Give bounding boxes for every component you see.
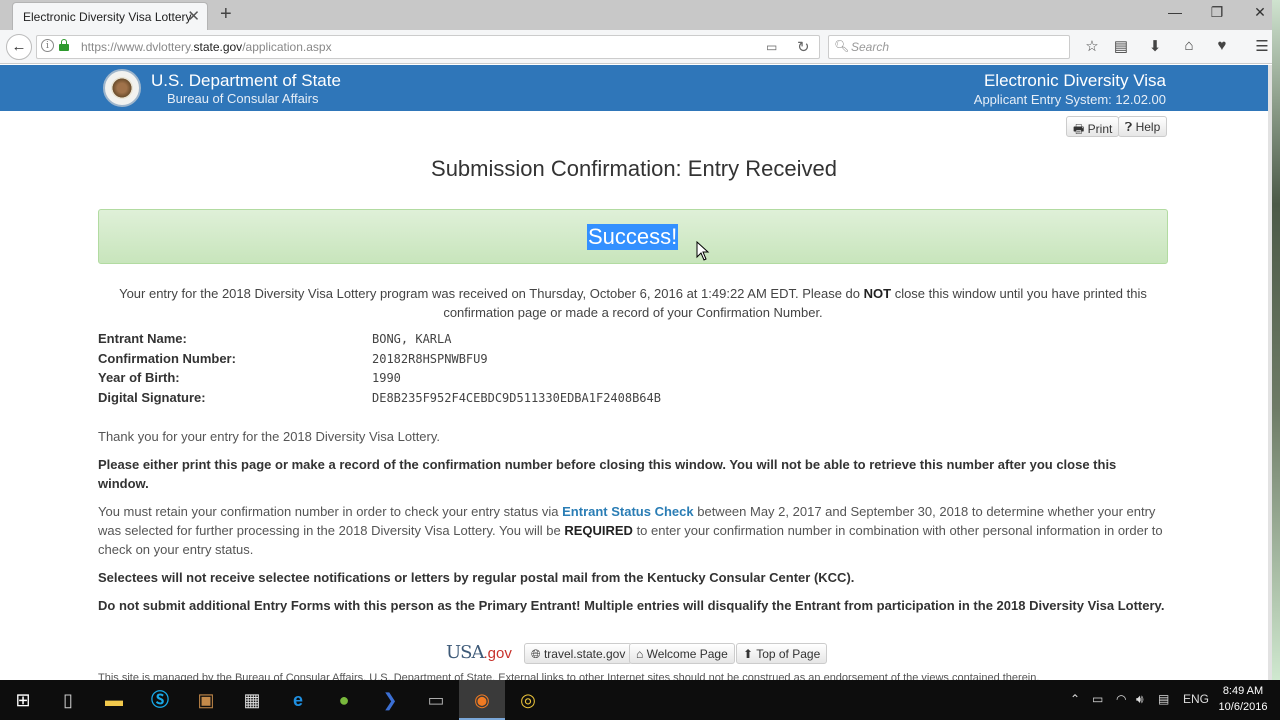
system-version: Applicant Entry System: 12.02.00 [973,92,1166,107]
clock-date: 10/6/2016 [1218,701,1268,713]
home-icon[interactable]: ⌂ [1178,37,1200,54]
department-name: U.S. Department of State [151,71,341,90]
entrant-status-check-link[interactable]: Entrant Status Check [562,504,693,519]
retain-notice: You must retain your confirmation number… [98,504,1163,557]
edge-icon[interactable]: e [275,680,321,720]
usagov-logo[interactable]: USA.gov [446,642,512,663]
chrome-icon[interactable]: ◎ [505,680,551,720]
confirmation-number-value: 20182R8HSPNWBFU9 [372,352,488,366]
system-clock[interactable]: 8:49 AM 10/6/2016 [1208,683,1278,715]
detail-row: Year of Birth: 1990 [98,370,798,390]
receipt-notice: Your entry for the 2018 Diversity Visa L… [119,286,1147,320]
restore-icon[interactable]: ❐ [1202,4,1232,21]
tab-strip: Electronic Diversity Visa Lottery ✕ + — … [0,0,1272,30]
success-alert: Success! [98,209,1168,264]
welcome-page-button[interactable]: ⌂ Welcome Page [629,643,735,664]
help-button[interactable]: ❓︎ Help [1118,116,1168,137]
powershell-icon[interactable]: ❯ [367,680,413,720]
travel-state-gov-button[interactable]: 🌐︎ travel.state.gov [524,643,633,664]
browser-tab[interactable]: Electronic Diversity Visa Lottery ✕ [12,2,208,30]
year-of-birth-value: 1990 [372,371,401,385]
detail-row: Entrant Name: BONG, KARLA [98,331,798,351]
print-warning: Please either print this page or make a … [98,457,1117,491]
address-bar[interactable]: i https://www.dvlottery.state.gov/applic… [36,35,820,59]
thank-you-text: Thank you for your entry for the 2018 Di… [98,429,441,444]
new-tab-icon[interactable]: + [220,3,232,26]
state-department-seal[interactable] [103,69,141,107]
pocket-icon[interactable]: ♥ [1211,37,1233,54]
info-icon[interactable]: i [41,39,54,52]
home-icon: ⌂ [636,647,644,661]
detail-label: Year of Birth: [98,370,180,385]
windows-taskbar: ⊞ ▯ ▬ Ⓢ ▣ ▦ e ● ❯ ▭ ◉ ◎ ⌃ ▭ ◠ 🔊︎ ▤ ENG 8… [0,680,1280,720]
question-icon: ❓︎ [1125,120,1133,134]
volume-icon[interactable]: 🔊︎ [1136,692,1144,707]
search-input[interactable]: 🔍︎ Search [828,35,1070,59]
success-message[interactable]: Success! [587,224,679,250]
menu-icon[interactable]: ☰ [1251,37,1272,55]
top-of-page-button[interactable]: ⬆ Top of Page [736,643,828,664]
language-indicator[interactable]: ENG [1183,692,1209,706]
browser-window: Electronic Diversity Visa Lottery ✕ + — … [0,0,1272,680]
download-icon[interactable]: ⬇ [1144,37,1166,55]
vertical-scrollbar[interactable] [1268,65,1272,680]
print-button[interactable]: 🖶 Print [1066,116,1120,137]
detail-label: Confirmation Number: [98,351,236,366]
entrant-name-value: BONG, KARLA [372,332,452,346]
url-text[interactable]: https://www.dvlottery.state.gov/applicat… [81,40,332,54]
reader-view-icon[interactable]: ▭ [766,40,777,54]
bureau-name: Bureau of Consular Affairs [167,91,319,106]
reading-list-icon[interactable]: ▤ [1110,37,1132,55]
calculator-icon[interactable]: ▦ [229,680,275,720]
file-explorer-icon[interactable]: ▬ [91,680,137,720]
detail-row: Confirmation Number: 20182R8HSPNWBFU9 [98,351,798,371]
show-hidden-icons-icon[interactable]: ⌃ [1070,692,1080,706]
site-header: U.S. Department of State Bureau of Consu… [0,65,1268,111]
tab-title: Electronic Diversity Visa Lottery [23,10,192,24]
detail-row: Digital Signature: DE8B235F952F4CEBDC9D5… [98,390,798,410]
back-arrow-icon: ← [11,38,27,55]
app-icon[interactable]: ▣ [183,680,229,720]
start-icon[interactable]: ⊞ [0,680,46,720]
back-button[interactable]: ← [6,34,32,60]
printer-icon: 🖶 [1073,122,1085,136]
lock-icon[interactable] [59,39,69,51]
bookmark-star-icon[interactable]: ☆ [1081,37,1103,55]
command-prompt-icon[interactable]: ▭ [413,680,459,720]
wifi-icon[interactable]: ◠ [1116,692,1126,706]
battery-icon[interactable]: ▭ [1092,692,1103,706]
reload-icon[interactable]: ↻ [797,38,810,56]
skype-icon[interactable]: Ⓢ [137,680,183,720]
task-view-icon[interactable]: ▯ [45,680,91,720]
firefox-icon[interactable]: ◉ [459,680,505,720]
page-title: Submission Confirmation: Entry Received [431,156,837,181]
action-center-icon[interactable]: ▤ [1158,692,1169,706]
navigation-bar: ← i https://www.dvlottery.state.gov/appl… [0,30,1272,64]
clock-time: 8:49 AM [1222,685,1264,697]
close-tab-icon[interactable]: ✕ [187,7,200,25]
search-placeholder: Search [851,40,890,54]
digital-signature-value: DE8B235F952F4CEBDC9D511330EDBA1F2408B64B [372,391,661,405]
close-window-icon[interactable]: ✕ [1245,4,1272,21]
footer-disclaimer: This site is managed by the Bureau of Co… [98,672,1040,680]
search-icon: 🔍︎ [834,39,850,53]
arrow-up-icon: ⬆ [743,647,754,661]
minimize-icon[interactable]: — [1160,4,1190,20]
multiple-entries-warning: Do not submit additional Entry Forms wit… [98,598,1165,613]
selectees-notice: Selectees will not receive selectee noti… [98,570,855,585]
detail-label: Entrant Name: [98,331,187,346]
system-title: Electronic Diversity Visa [983,71,1166,90]
utorrent-icon[interactable]: ● [321,680,367,720]
eagle-icon [111,77,133,99]
globe-icon: 🌐︎ [531,647,541,661]
detail-label: Digital Signature: [98,390,206,405]
